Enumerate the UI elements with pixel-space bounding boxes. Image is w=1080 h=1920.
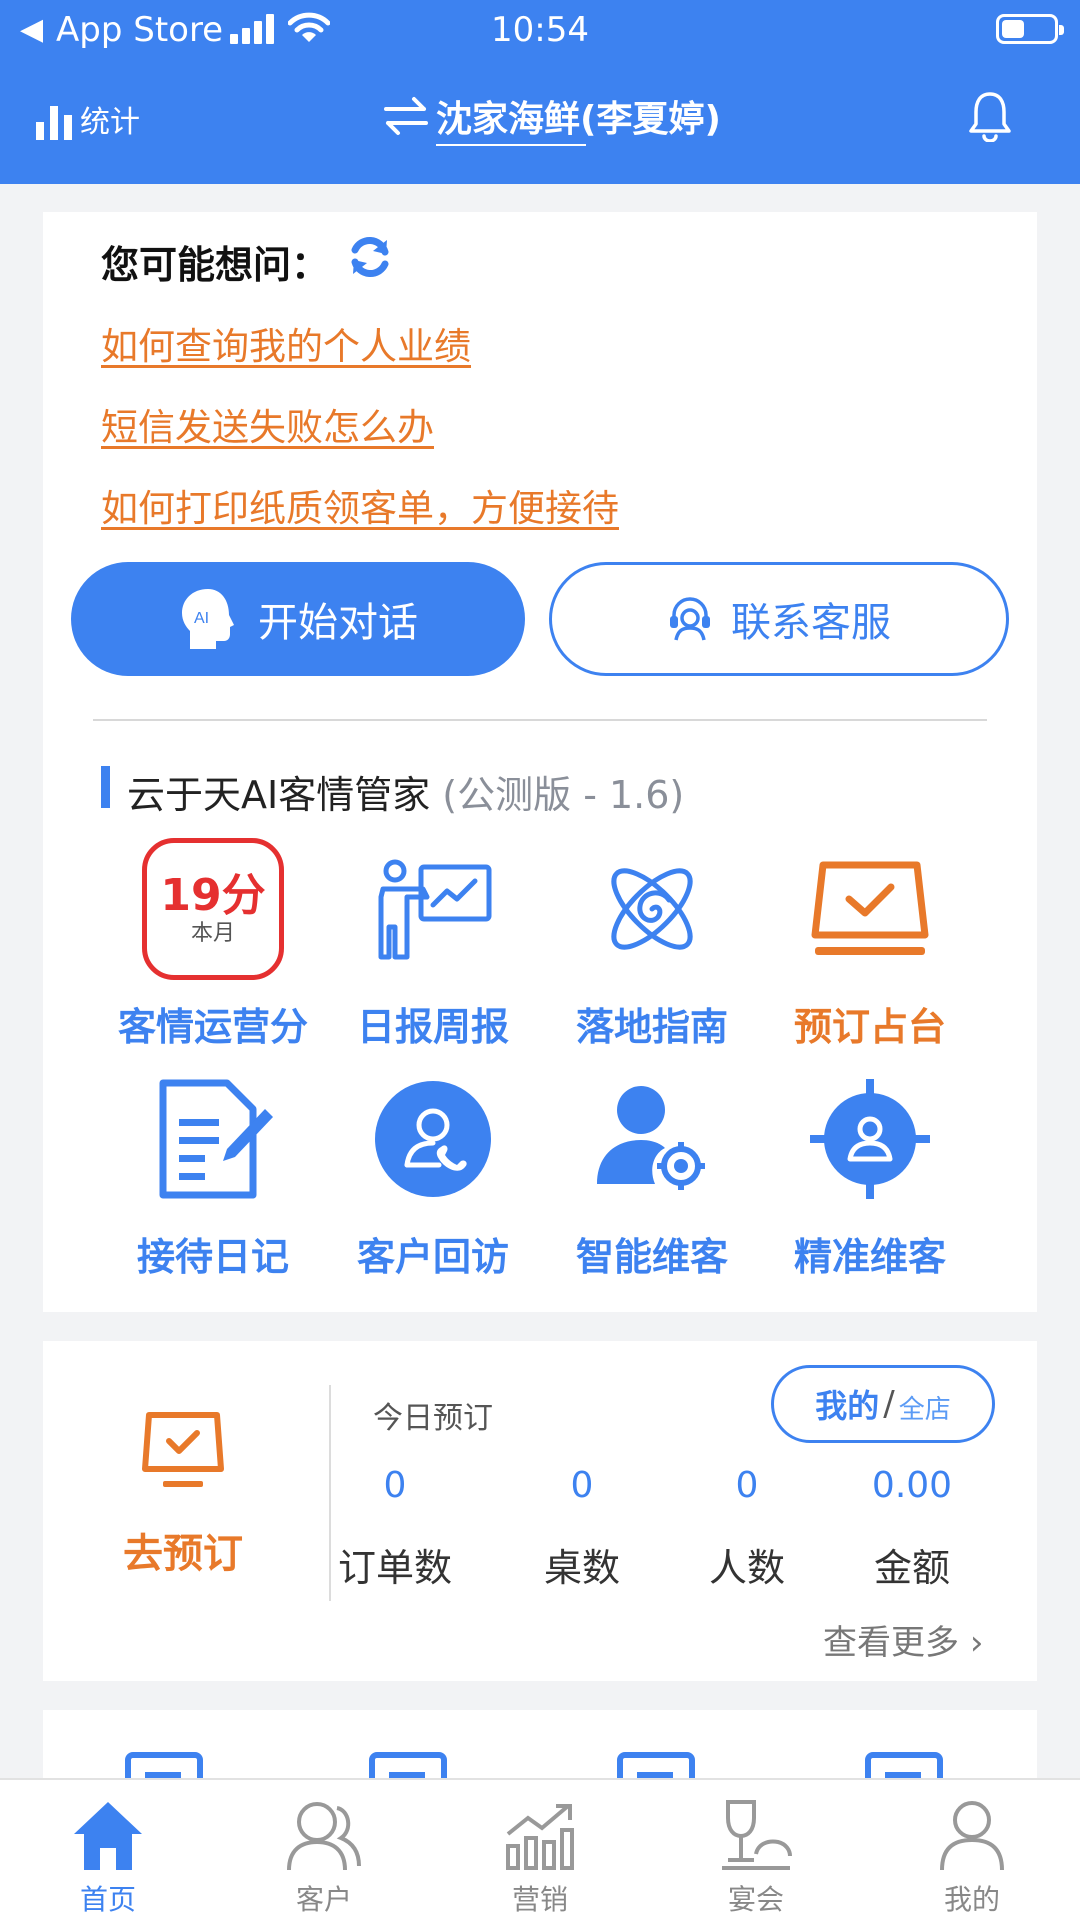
- contact-service-label: 联系客服: [731, 600, 891, 646]
- feature-label: 日报周报: [356, 1005, 509, 1049]
- tab-banquet[interactable]: 宴会: [648, 1780, 864, 1920]
- user-target-icon: [597, 1086, 705, 1190]
- battery-icon: [996, 14, 1064, 44]
- stat-value: 0: [383, 1465, 407, 1506]
- view-more-link[interactable]: 查看更多 ›: [823, 1615, 983, 1664]
- stats-button[interactable]: 统计: [36, 106, 140, 140]
- start-chat-label: 开始对话: [258, 600, 418, 646]
- feature-label: 接待日记: [136, 1235, 289, 1279]
- status-time: 10:54: [491, 10, 589, 50]
- presentation-chart-icon: [378, 859, 492, 960]
- customers-icon: [287, 1802, 361, 1871]
- home-icon: [74, 1802, 142, 1870]
- view-more-label: 查看更多: [823, 1623, 959, 1663]
- assistant-version: (公测版 - 1.6): [442, 773, 685, 817]
- bar-chart-icon: [36, 106, 72, 140]
- stat-value: 0.00: [871, 1465, 953, 1506]
- score-value: 19分: [160, 870, 266, 921]
- toggle-all-stores[interactable]: 全店: [899, 1389, 951, 1426]
- crosshair-user-icon: [810, 1079, 930, 1199]
- feature-smart-maintenance[interactable]: 智能维客: [537, 1064, 767, 1281]
- stat-label: 人数: [708, 1546, 785, 1590]
- go-booking-label: 去预订: [123, 1531, 243, 1577]
- assistant-title: 云于天AI客情管家: [127, 773, 431, 817]
- tab-home[interactable]: 首页: [0, 1780, 216, 1920]
- feature-label: 客户回访: [356, 1235, 509, 1279]
- orbit-guide-icon: [611, 868, 693, 950]
- ai-head-icon: AI: [182, 589, 234, 649]
- feature-operation-score[interactable]: 19分 本月 客情运营分: [98, 834, 328, 1051]
- stat-label: 金额: [873, 1546, 950, 1590]
- app-header: ◀ App Store 10:54 统计 沈家海鲜(李夏婷): [0, 0, 1080, 184]
- tab-label: 我的: [943, 1883, 1000, 1916]
- tab-marketing[interactable]: 营销: [432, 1780, 648, 1920]
- scope-toggle[interactable]: 我的 / 全店: [771, 1365, 995, 1443]
- customer-service-icon: [670, 597, 710, 641]
- refresh-icon[interactable]: [345, 232, 395, 282]
- suggested-question[interactable]: 如何查询我的个人业绩: [101, 316, 471, 370]
- feature-landing-guide[interactable]: 落地指南: [537, 834, 767, 1051]
- tab-label: 宴会: [727, 1883, 784, 1916]
- score-period: 本月: [190, 921, 235, 946]
- feature-precise-maintenance[interactable]: 精准维客: [755, 1064, 985, 1281]
- feature-reception-diary[interactable]: 接待日记: [98, 1064, 328, 1281]
- status-bar: ◀ App Store 10:54: [0, 0, 1080, 60]
- stat-tables: 0 桌数: [497, 1465, 667, 1592]
- customer-call-icon: [375, 1081, 491, 1197]
- toggle-mine[interactable]: 我的: [815, 1381, 879, 1427]
- tab-label: 客户: [295, 1883, 352, 1916]
- contact-service-button[interactable]: 联系客服: [549, 562, 1009, 676]
- diary-edit-icon: [159, 1079, 273, 1199]
- bell-icon[interactable]: [968, 90, 1012, 142]
- booking-card: 去预订 今日预订 我的 / 全店 0 订单数 0 桌数 0 人数 0.00 金额…: [43, 1341, 1037, 1681]
- stat-orders: 0 订单数: [310, 1465, 480, 1592]
- feature-daily-weekly-report[interactable]: 日报周报: [318, 834, 548, 1051]
- tab-label: 首页: [79, 1883, 136, 1916]
- feature-label: 精准维客: [793, 1235, 946, 1279]
- store-title[interactable]: 沈家海鲜(李夏婷): [436, 90, 721, 142]
- chevron-right-icon: ›: [969, 1623, 984, 1663]
- suggested-questions-heading: 您可能想问：: [101, 243, 330, 287]
- stat-label: 订单数: [337, 1546, 452, 1590]
- section-accent-bar: [101, 766, 110, 808]
- feature-label: 智能维客: [575, 1235, 728, 1279]
- toggle-separator: /: [883, 1384, 895, 1424]
- assistant-section-title: 云于天AI客情管家 (公测版 - 1.6): [127, 764, 684, 819]
- reserve-monitor-icon: [811, 861, 929, 955]
- tab-customers[interactable]: 客户: [216, 1780, 432, 1920]
- stat-guests: 0 人数: [662, 1465, 832, 1592]
- stat-value: 0: [570, 1465, 594, 1506]
- feature-label: 落地指南: [575, 1005, 728, 1049]
- booking-monitor-icon: [142, 1412, 224, 1487]
- feature-label: 客情运营分: [117, 1005, 308, 1049]
- feature-reserve-table[interactable]: 预订占台: [755, 834, 985, 1051]
- suggested-question[interactable]: 短信发送失败怎么办: [101, 397, 434, 451]
- today-bookings-label: 今日预订: [373, 1401, 493, 1436]
- section-divider: [93, 719, 987, 721]
- svg-text:AI: AI: [194, 610, 209, 627]
- store-title-underline: [436, 144, 586, 146]
- stat-label: 桌数: [543, 1546, 620, 1590]
- bottom-tab-bar: 首页 客户 营销 宴会 我的: [0, 1778, 1080, 1920]
- go-booking-button[interactable]: 去预订: [83, 1411, 283, 1579]
- stat-value: 0: [735, 1465, 759, 1506]
- suggested-question[interactable]: 如何打印纸质领客单，方便接待: [101, 478, 619, 532]
- growth-chart-icon: [506, 1804, 574, 1870]
- tab-label: 营销: [511, 1883, 568, 1916]
- stat-amount: 0.00 金额: [827, 1465, 997, 1592]
- switch-store-icon[interactable]: [384, 96, 428, 136]
- banquet-glass-icon: [722, 1800, 792, 1870]
- stats-label: 统计: [80, 105, 140, 140]
- start-chat-button[interactable]: AI 开始对话: [71, 562, 525, 676]
- assistant-card: 您可能想问： 如何查询我的个人业绩 短信发送失败怎么办 如何打印纸质领客单，方便…: [43, 212, 1037, 1312]
- user-profile-icon: [940, 1801, 1004, 1871]
- feature-label: 预订占台: [793, 1005, 946, 1049]
- score-badge: 19分 本月: [142, 838, 284, 980]
- feature-customer-revisit[interactable]: 客户回访: [318, 1064, 548, 1281]
- tab-mine[interactable]: 我的: [864, 1780, 1080, 1920]
